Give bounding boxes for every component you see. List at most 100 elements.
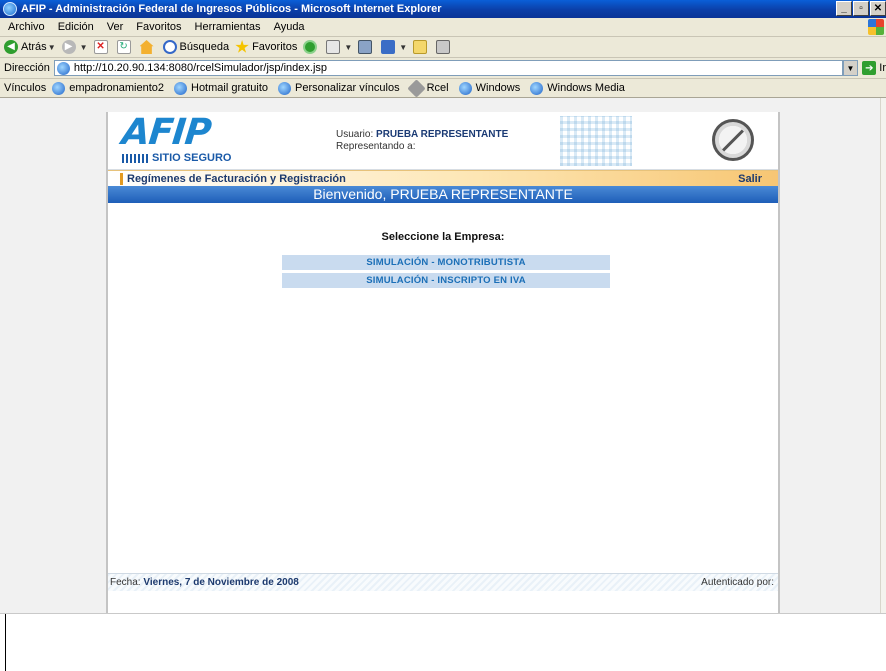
- search-label: Búsqueda: [179, 41, 230, 53]
- favorites-button[interactable]: Favoritos: [235, 40, 297, 54]
- maximize-button[interactable]: ▫: [853, 1, 869, 16]
- afip-header: AFIP SITIO SEGURO Usuario: PRUEBA REPRES…: [108, 112, 778, 170]
- link-label: Rcel: [426, 82, 449, 94]
- page-icon: [56, 61, 70, 75]
- bottom-blank-area: [0, 613, 886, 671]
- edit-icon: [381, 40, 396, 54]
- menu-ver[interactable]: Ver: [107, 21, 124, 33]
- stop-icon: ✕: [93, 40, 108, 54]
- page-viewport: AFIP SITIO SEGURO Usuario: PRUEBA REPRES…: [0, 98, 886, 613]
- user-label: Usuario:: [336, 129, 374, 140]
- user-name: PRUEBA REPRESENTANTE: [376, 129, 509, 140]
- print-icon: [358, 40, 373, 54]
- discuss-button[interactable]: [413, 40, 430, 54]
- page-icon: [52, 81, 66, 95]
- media-icon: [303, 40, 318, 54]
- messenger-icon: [436, 40, 451, 54]
- header-decoration: [560, 116, 632, 166]
- go-button[interactable]: ➔ Ir: [862, 61, 886, 75]
- secure-site-label: SITIO SEGURO: [122, 152, 242, 164]
- link-label: Windows Media: [547, 82, 625, 94]
- menu-ayuda[interactable]: Ayuda: [274, 21, 305, 33]
- messenger-button[interactable]: [436, 40, 453, 54]
- back-dropdown-icon[interactable]: ▼: [48, 43, 56, 52]
- menu-favoritos[interactable]: Favoritos: [136, 21, 181, 33]
- company-option-inscripto-iva[interactable]: SIMULACIÓN - INSCRIPTO EN IVA: [282, 273, 610, 289]
- favorites-label: Favoritos: [252, 41, 298, 53]
- menu-edicion[interactable]: Edición: [58, 21, 94, 33]
- mail-icon: [326, 40, 341, 54]
- window-titlebar: AFIP - Administración Federal de Ingreso…: [0, 0, 886, 18]
- window-title: AFIP - Administración Federal de Ingreso…: [21, 3, 442, 15]
- rcel-icon: [406, 78, 426, 98]
- company-selection: Seleccione la Empresa: SIMULACIÓN - MONO…: [108, 203, 778, 583]
- window-controls: _ ▫ ✕: [836, 1, 886, 16]
- links-bar: Vínculos empadronamiento2 Hotmail gratui…: [0, 78, 886, 98]
- stop-button[interactable]: ✕: [93, 40, 111, 54]
- page-icon: [458, 81, 472, 95]
- date-value: Viernes, 7 de Noviembre de 2008: [143, 577, 299, 588]
- forward-arrow-icon: ▶: [61, 40, 76, 54]
- menu-bar: Archivo Edición Ver Favoritos Herramient…: [0, 18, 886, 37]
- date-label: Fecha:: [110, 577, 141, 588]
- link-label: Hotmail gratuito: [191, 82, 269, 94]
- links-label: Vínculos: [4, 82, 47, 94]
- barcode-icon: [122, 153, 148, 163]
- discuss-icon: [413, 40, 428, 54]
- back-label: Atrás: [21, 41, 47, 53]
- date-info: Fecha: Viernes, 7 de Noviembre de 2008: [110, 577, 299, 588]
- welcome-banner: Bienvenido, PRUEBA REPRESENTANTE: [108, 186, 778, 203]
- home-icon: [139, 40, 154, 54]
- page-icon: [278, 81, 292, 95]
- address-url: http://10.20.90.134:8080/rcelSimulador/j…: [73, 62, 328, 74]
- link-windows-media[interactable]: Windows Media: [530, 81, 625, 95]
- link-rcel[interactable]: Rcel: [406, 78, 449, 98]
- link-label: Windows: [475, 82, 521, 94]
- forward-dropdown-icon[interactable]: ▼: [80, 43, 88, 52]
- left-edge-line: [5, 614, 6, 671]
- vertical-scrollbar[interactable]: [880, 98, 886, 613]
- logout-link[interactable]: Salir: [738, 173, 762, 185]
- address-dropdown-icon[interactable]: ▼: [842, 60, 859, 76]
- refresh-icon: ↻: [116, 40, 131, 54]
- mail-button[interactable]: ▼: [326, 40, 352, 54]
- afip-logo-text: AFIP: [119, 112, 213, 153]
- menu-herramientas[interactable]: Herramientas: [195, 21, 261, 33]
- search-icon: [162, 40, 177, 54]
- go-label: Ir: [879, 62, 886, 74]
- address-label: Dirección: [4, 62, 50, 74]
- link-personalizar[interactable]: Personalizar vínculos: [278, 81, 400, 95]
- media-button[interactable]: [303, 40, 320, 54]
- secure-site-text: SITIO SEGURO: [152, 152, 232, 164]
- link-windows[interactable]: Windows: [458, 81, 521, 95]
- page-icon: [530, 81, 544, 95]
- back-button[interactable]: ◀ Atrás ▼: [4, 40, 56, 54]
- print-button[interactable]: [358, 40, 375, 54]
- user-info: Usuario: PRUEBA REPRESENTANTE Representa…: [336, 129, 508, 153]
- mail-dropdown-icon[interactable]: ▼: [344, 43, 352, 52]
- edit-button[interactable]: ▼: [381, 40, 407, 54]
- back-arrow-icon: ◀: [4, 40, 18, 54]
- forward-button[interactable]: ▶ ▼: [61, 40, 88, 54]
- edit-dropdown-icon[interactable]: ▼: [399, 43, 407, 52]
- menu-archivo[interactable]: Archivo: [8, 21, 45, 33]
- company-option-monotributista[interactable]: SIMULACIÓN - MONOTRIBUTISTA: [282, 255, 610, 271]
- section-navbar: Regímenes de Facturación y Registración …: [108, 170, 778, 186]
- minimize-button[interactable]: _: [836, 1, 852, 16]
- close-button[interactable]: ✕: [870, 1, 886, 16]
- windows-logo-icon: [868, 19, 884, 35]
- link-label: empadronamiento2: [69, 82, 164, 94]
- afip-seal-icon: [712, 119, 754, 161]
- address-input[interactable]: http://10.20.90.134:8080/rcelSimulador/j…: [53, 60, 843, 76]
- standard-toolbar: ◀ Atrás ▼ ▶ ▼ ✕ ↻ Búsqueda Favoritos ▼ ▼: [0, 37, 886, 58]
- link-empadronamiento2[interactable]: empadronamiento2: [52, 81, 164, 95]
- afip-logo: AFIP SITIO SEGURO: [119, 112, 242, 164]
- address-bar: Dirección http://10.20.90.134:8080/rcelS…: [0, 58, 886, 79]
- favorites-star-icon: [235, 40, 249, 53]
- link-hotmail[interactable]: Hotmail gratuito: [174, 81, 269, 95]
- ie-icon: [3, 2, 17, 16]
- select-company-heading: Seleccione la Empresa:: [381, 231, 505, 243]
- search-button[interactable]: Búsqueda: [162, 40, 230, 54]
- refresh-button[interactable]: ↻: [116, 40, 134, 54]
- home-button[interactable]: [139, 40, 157, 54]
